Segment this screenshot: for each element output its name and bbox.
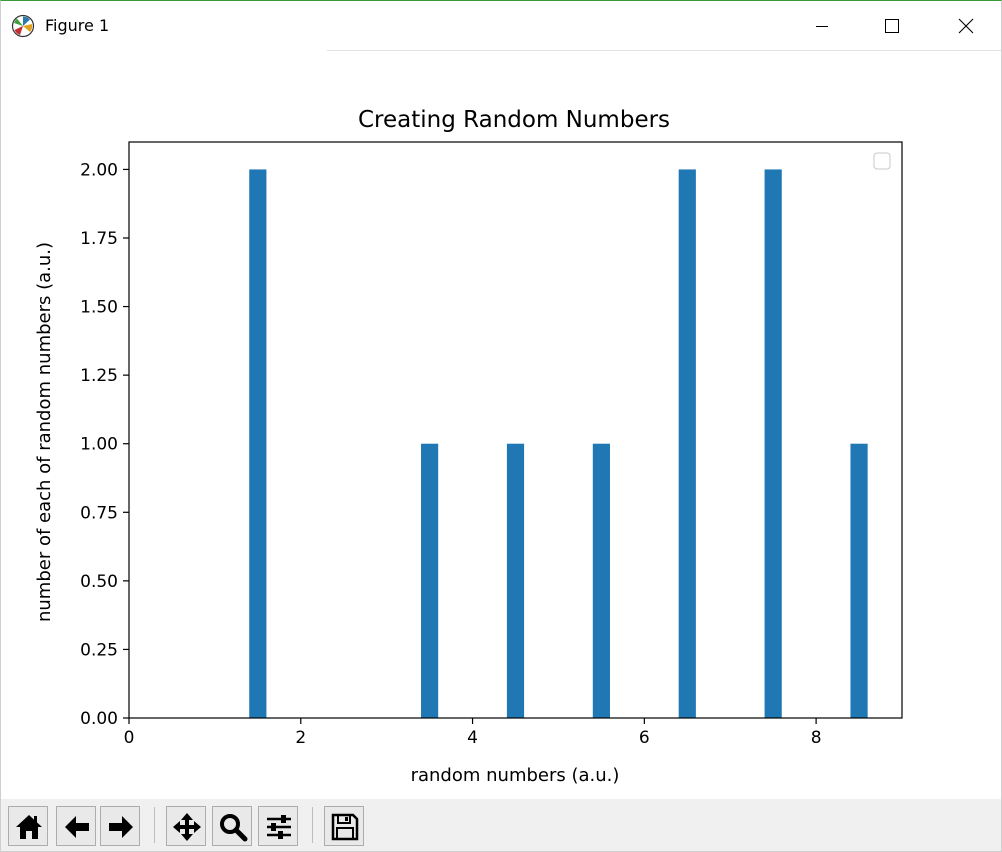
magnifier-icon (220, 814, 248, 842)
toolbar-separator (312, 807, 313, 843)
subplots-button[interactable] (258, 806, 298, 846)
minimize-icon (816, 26, 828, 27)
x-tick-label: 8 (811, 728, 822, 748)
x-tick-label: 6 (639, 728, 650, 748)
close-button[interactable] (943, 1, 989, 51)
y-tick-label: 1.75 (80, 229, 118, 249)
home-icon (16, 815, 42, 839)
zoom-button[interactable] (212, 806, 252, 846)
save-button[interactable] (324, 806, 364, 846)
arrow-right-icon (109, 816, 133, 838)
bar (764, 169, 782, 718)
bar (421, 443, 439, 718)
y-tick-label: 0.25 (80, 640, 118, 660)
x-tick-label: 0 (124, 728, 135, 748)
title-bar[interactable]: Figure 1 (1, 1, 1001, 51)
bar (506, 443, 525, 718)
y-tick-label: 1.00 (80, 435, 118, 455)
minimize-button[interactable] (799, 1, 845, 51)
bar (678, 169, 696, 718)
y-axis-label: number of each of random numbers (a.u.) (34, 242, 55, 622)
bar (850, 443, 868, 718)
y-tick-label: 1.25 (80, 366, 118, 386)
x-tick-label: 2 (295, 728, 306, 748)
navigation-toolbar (1, 799, 1001, 851)
window-title: Figure 1 (45, 16, 110, 35)
matplotlib-logo-icon (11, 14, 35, 38)
forward-button[interactable] (100, 806, 140, 846)
home-button[interactable] (8, 806, 48, 846)
maximize-button[interactable] (869, 1, 915, 51)
y-tick-label: 2.00 (80, 160, 118, 180)
y-tick-label: 1.50 (80, 298, 118, 318)
x-axis-label: random numbers (a.u.) (411, 765, 620, 786)
floppy-disk-icon (331, 813, 359, 841)
figure-window: Figure 1 Creating Random Numbers 0.00 0.2… (0, 0, 1002, 852)
sliders-icon (267, 815, 291, 839)
figure-canvas[interactable]: Creating Random Numbers 0.00 0.25 0.50 0.75… (1, 51, 1001, 799)
close-icon (958, 18, 974, 34)
legend-box (873, 152, 891, 170)
bar-chart: Creating Random Numbers 0.00 0.25 0.50 0.75… (34, 107, 903, 786)
toolbar-separator (154, 807, 155, 843)
y-tick-label: 0.00 (80, 709, 118, 729)
back-button[interactable] (56, 806, 96, 846)
move-arrows-icon (173, 813, 201, 841)
maximize-icon (885, 19, 899, 33)
chart-title: Creating Random Numbers (358, 107, 670, 133)
y-tick-label: 0.50 (80, 572, 118, 592)
arrow-left-icon (65, 816, 89, 838)
bar (592, 443, 610, 718)
x-tick-label: 4 (467, 728, 478, 748)
pan-button[interactable] (166, 806, 206, 846)
y-tick-label: 0.75 (80, 503, 118, 523)
bar (249, 169, 267, 718)
